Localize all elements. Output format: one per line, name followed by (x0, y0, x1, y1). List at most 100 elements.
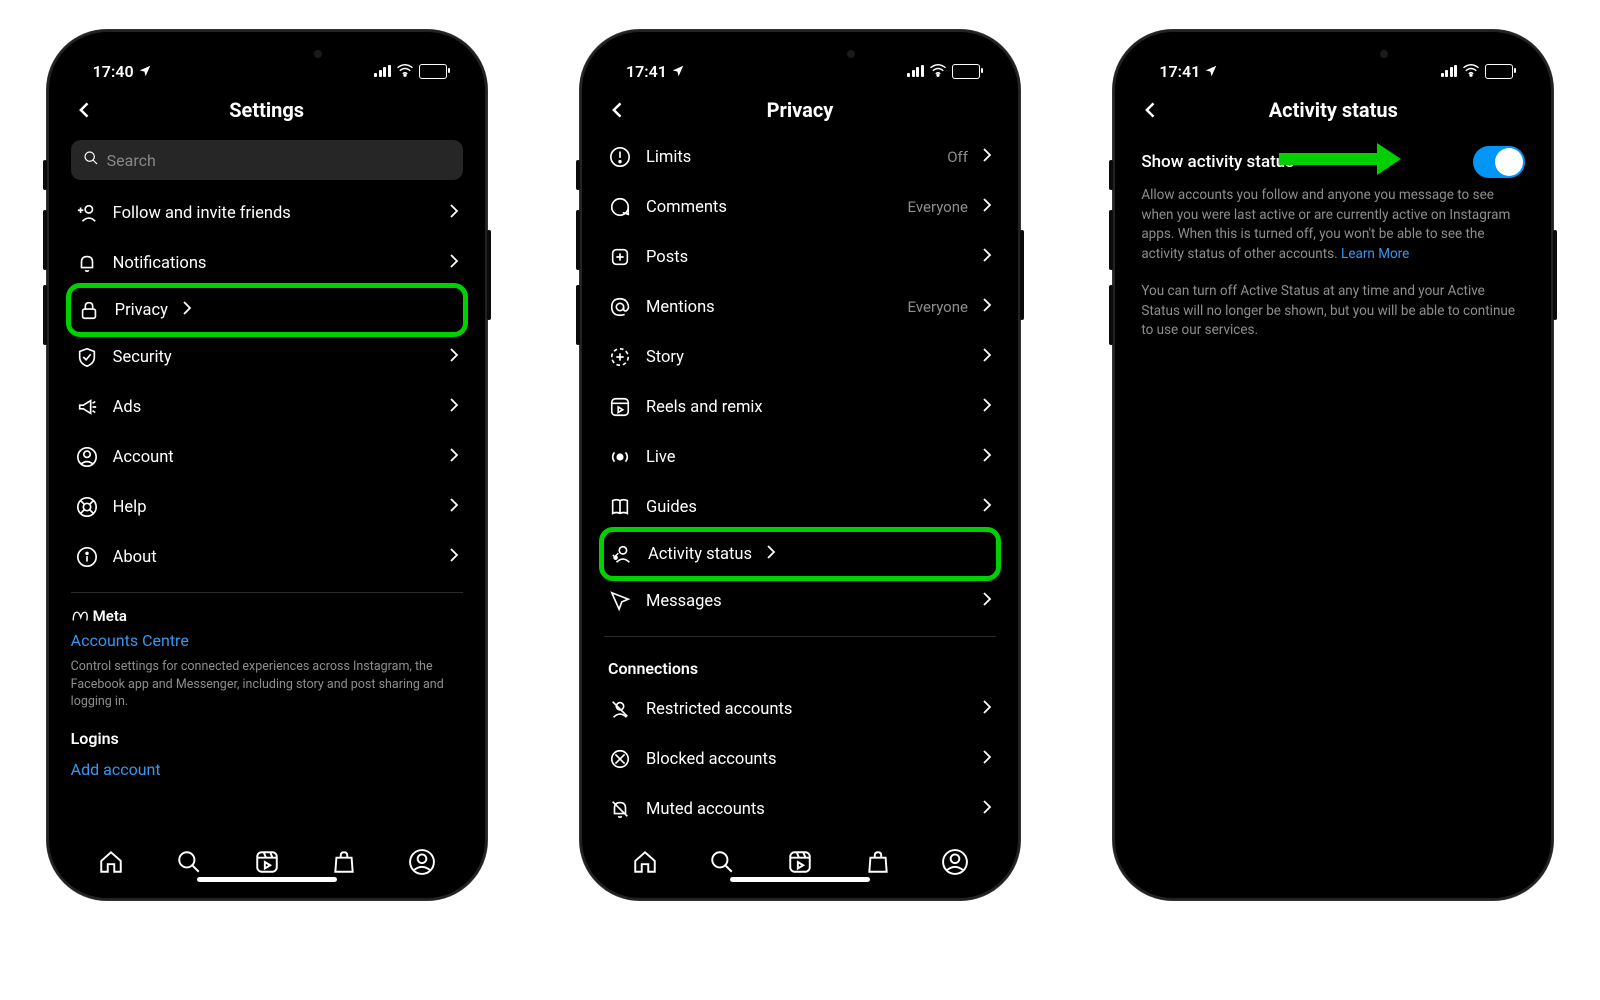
info-icon (75, 545, 99, 569)
row-label: About (113, 548, 435, 567)
row-posts[interactable]: Posts (604, 232, 996, 282)
row-label: Ads (113, 398, 435, 417)
row-muted[interactable]: Muted accounts (604, 784, 996, 834)
row-ads[interactable]: Ads (71, 382, 463, 432)
chevron-right-icon (982, 799, 992, 820)
chevron-right-icon (982, 447, 992, 468)
notch (182, 42, 352, 72)
search-placeholder: Search (107, 151, 156, 170)
cellular-icon (374, 65, 391, 77)
accounts-centre-link[interactable]: Accounts Centre (71, 631, 463, 650)
location-icon (1204, 64, 1218, 78)
live-icon (608, 445, 632, 469)
row-label: Story (646, 348, 968, 367)
nav-header: Settings (59, 88, 475, 132)
activity-status-switch[interactable] (1473, 146, 1525, 178)
tab-reels[interactable] (786, 848, 814, 876)
row-label: Account (113, 448, 435, 467)
battery-icon (419, 64, 447, 79)
row-notifications[interactable]: Notifications (71, 238, 463, 288)
row-story[interactable]: Story (604, 332, 996, 382)
row-label: Reels and remix (646, 398, 968, 417)
lock-icon (77, 298, 101, 322)
tab-search[interactable] (708, 848, 736, 876)
row-label: Comments (646, 198, 894, 217)
row-about[interactable]: About (71, 532, 463, 582)
divider (604, 636, 996, 637)
row-label: Security (113, 348, 435, 367)
learn-more-link[interactable]: Learn More (1341, 246, 1409, 262)
tab-profile[interactable] (408, 848, 436, 876)
row-blocked[interactable]: Blocked accounts (604, 734, 996, 784)
row-comments[interactable]: Comments Everyone (604, 182, 996, 232)
row-restricted[interactable]: Restricted accounts (604, 684, 996, 734)
wifi-icon (929, 62, 947, 81)
tab-home[interactable] (97, 848, 125, 876)
chevron-right-icon (449, 397, 459, 418)
back-button[interactable] (1139, 98, 1163, 122)
battery-icon (952, 64, 980, 79)
chevron-right-icon (982, 591, 992, 612)
row-activity-status-highlighted[interactable]: Activity status (599, 527, 1001, 581)
row-limits[interactable]: Limits Off (604, 132, 996, 182)
phone-frame-activity: 17:41 Activity status Show activity stat… (1113, 30, 1553, 900)
home-indicator[interactable] (730, 877, 870, 882)
page-title: Privacy (767, 98, 834, 122)
screen-privacy: 17:41 Privacy Limits Off (592, 42, 1008, 888)
guides-icon (608, 495, 632, 519)
row-label: Live (646, 448, 968, 467)
blocked-icon (608, 747, 632, 771)
page-title: Settings (229, 98, 304, 122)
chevron-right-icon (982, 147, 992, 168)
row-label: Follow and invite friends (113, 204, 435, 223)
tab-bar (59, 840, 475, 880)
posts-icon (608, 245, 632, 269)
back-button[interactable] (606, 98, 630, 122)
back-button[interactable] (73, 98, 97, 122)
row-messages[interactable]: Messages (604, 576, 996, 626)
battery-icon (1485, 64, 1513, 79)
tab-shop[interactable] (330, 848, 358, 876)
add-person-icon (75, 201, 99, 225)
row-help[interactable]: Help (71, 482, 463, 532)
tab-reels[interactable] (253, 848, 281, 876)
row-security[interactable]: Security (71, 332, 463, 382)
notch (715, 42, 885, 72)
tab-bar (592, 840, 1008, 880)
row-reels[interactable]: Reels and remix (604, 382, 996, 432)
row-mentions[interactable]: Mentions Everyone (604, 282, 996, 332)
row-label: Notifications (113, 254, 435, 273)
home-indicator[interactable] (197, 877, 337, 882)
row-account[interactable]: Account (71, 432, 463, 482)
activity-status-secondary-description: You can turn off Active Status at any ti… (1125, 282, 1541, 341)
row-label: Privacy (115, 301, 168, 320)
screen-settings: 17:40 Settings Search Follow and invite … (59, 42, 475, 888)
chevron-right-icon (982, 497, 992, 518)
chevron-right-icon (982, 197, 992, 218)
tab-home[interactable] (631, 848, 659, 876)
row-follow-invite[interactable]: Follow and invite friends (71, 188, 463, 238)
chevron-right-icon (766, 544, 776, 565)
chevron-right-icon (982, 749, 992, 770)
toggle-label: Show activity status (1141, 152, 1294, 172)
cellular-icon (907, 65, 924, 77)
row-value: Everyone (908, 298, 968, 316)
page-title: Activity status (1269, 98, 1398, 122)
tab-search[interactable] (175, 848, 203, 876)
chevron-right-icon (982, 397, 992, 418)
row-guides[interactable]: Guides (604, 482, 996, 532)
tab-profile[interactable] (941, 848, 969, 876)
muted-icon (608, 797, 632, 821)
tab-shop[interactable] (864, 848, 892, 876)
chevron-right-icon (449, 347, 459, 368)
notch (1248, 42, 1418, 72)
logins-section-header: Logins (59, 711, 475, 760)
row-privacy-highlighted[interactable]: Privacy (66, 283, 468, 337)
add-account-link[interactable]: Add account (59, 760, 475, 779)
search-input[interactable]: Search (71, 140, 463, 180)
wifi-icon (396, 62, 414, 81)
row-live[interactable]: Live (604, 432, 996, 482)
warning-icon (608, 145, 632, 169)
chevron-right-icon (182, 300, 192, 321)
row-label: Restricted accounts (646, 700, 968, 719)
